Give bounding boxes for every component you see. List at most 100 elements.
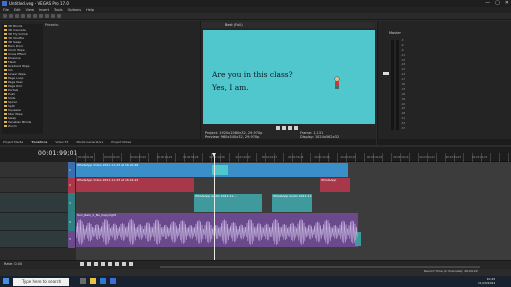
ruler-label: 00:02:29;25 [340, 156, 356, 159]
folder-icon [4, 72, 7, 76]
audio-clip-2[interactable]: WhatsApp Audio 2021-11-23 at... [272, 194, 312, 212]
folder-icon [4, 68, 7, 72]
master-volume-fader[interactable] [383, 72, 389, 75]
file-explorer-icon[interactable] [90, 278, 96, 284]
master-bus-tab[interactable]: Master Bus [377, 139, 511, 155]
db-mark: -12 [401, 53, 406, 57]
track-header-audio-5[interactable] [0, 231, 74, 248]
playhead-line[interactable] [214, 153, 215, 260]
folder-icon [4, 76, 7, 80]
new-project-icon[interactable] [3, 14, 7, 18]
track-header-audio-4[interactable] [0, 213, 74, 231]
tab-project-notes[interactable]: Project Notes [111, 139, 131, 145]
db-mark: -45 [401, 107, 406, 111]
tab-project-media[interactable]: Project Media [3, 139, 23, 145]
preview-transport [276, 126, 298, 130]
clock-date: 11/23/2021 [478, 281, 496, 285]
video-preview-tab[interactable]: Video Preview [200, 139, 376, 155]
folder-icon [4, 40, 7, 44]
redo-icon[interactable] [39, 14, 43, 18]
tab-transitions[interactable]: Transitions [31, 139, 47, 145]
folder-icon [4, 120, 7, 124]
db-mark: -27 [401, 78, 406, 82]
timeline-scrollbar[interactable] [160, 266, 480, 268]
db-mark: -15 [401, 58, 406, 62]
ruler-label: 00:01:59;26 [288, 156, 304, 159]
ruler-label: 00:02:59;24 [393, 156, 409, 159]
music-clip-label: Sun_Rain_1_No_Copyright [77, 213, 116, 217]
loop-playback-icon[interactable] [87, 262, 91, 266]
track-number-3: 3 [69, 201, 71, 205]
folder-icon [4, 64, 7, 68]
db-mark: -36 [401, 92, 406, 96]
preview-frame-info: Frame: 1,131 Display: 1024x562x32 [300, 131, 340, 139]
master-label: Master [389, 31, 401, 35]
db-mark: -48 [401, 112, 406, 116]
ruler-label: 00:03:44;23 [471, 156, 488, 159]
render-icon[interactable] [21, 14, 25, 18]
folder-icon [4, 80, 7, 84]
go-to-start-icon[interactable] [122, 262, 126, 266]
db-mark: -54 [401, 122, 406, 126]
presets-label: Presets: [45, 23, 59, 27]
window-controls: — ▢ ✕ [485, 0, 509, 6]
ruler-label: 00:01:44;27 [261, 156, 278, 159]
pause-icon[interactable] [108, 262, 112, 266]
play-icon[interactable] [101, 262, 105, 266]
caption-question: Are you in this class? [212, 70, 293, 79]
save-icon[interactable] [15, 14, 19, 18]
paste-icon[interactable] [57, 14, 61, 18]
task-view-icon[interactable] [80, 278, 86, 284]
vegas-app-icon [2, 1, 7, 6]
folder-icon [4, 96, 7, 100]
ruler-label: 00:00:29;29 [130, 156, 146, 159]
ruler-label: 00:03:29;23 [445, 156, 461, 159]
copy-icon[interactable] [51, 14, 55, 18]
cut-icon[interactable] [45, 14, 49, 18]
pause-icon[interactable] [282, 126, 286, 130]
maximize-button[interactable]: ▢ [495, 0, 500, 6]
track-header-video-1[interactable] [0, 162, 74, 178]
go-to-end-icon[interactable] [129, 262, 133, 266]
db-mark: -51 [401, 117, 406, 121]
play-icon[interactable] [276, 126, 280, 130]
main-toolbar [0, 13, 511, 20]
right-level-meter [396, 40, 399, 130]
folder-icon [4, 104, 7, 108]
playhead-marker[interactable] [212, 153, 216, 157]
close-button[interactable]: ✕ [505, 0, 509, 6]
window-title: Untitled.veg - VEGAS Pro 17.0 [9, 1, 69, 6]
tree-item[interactable]: Zoom [2, 124, 43, 128]
minimize-button[interactable]: — [485, 0, 490, 6]
db-scale: -3 -6 -9 -12 -15 -18 -21 -24 -27 -30 -33 -36 -39 -42-… [401, 39, 406, 131]
track-number-1: 1 [69, 168, 71, 172]
preview-project-info: Project: 1920x1080x32, 29.970p Preview: … [205, 131, 263, 139]
stop-icon[interactable] [288, 126, 292, 130]
track-header-video-2[interactable] [0, 178, 74, 193]
folder-icon [4, 112, 7, 116]
open-icon[interactable] [9, 14, 13, 18]
folder-icon [4, 88, 7, 92]
vegas-taskbar-icon[interactable] [110, 278, 116, 284]
stop-icon[interactable] [115, 262, 119, 266]
tab-media-generators[interactable]: Media Generators [76, 139, 103, 145]
properties-icon[interactable] [27, 14, 31, 18]
folder-icon [4, 60, 7, 64]
transitions-tree[interactable]: 3D Blinds 3D Cascade 3D Fly In/Out 3D Shutt… [2, 24, 43, 134]
ruler-label: 00:00:00;00 [78, 156, 94, 159]
windows-start-icon[interactable] [3, 278, 9, 284]
undo-icon[interactable] [33, 14, 37, 18]
tab-video-fx[interactable]: Video FX [55, 139, 68, 145]
play-from-start-icon[interactable] [94, 262, 98, 266]
caption-answer: Yes, I am. [212, 83, 249, 92]
track-header-audio-3[interactable] [0, 193, 74, 213]
audio-clip-1[interactable]: WhatsApp Audio 2021-11-... [194, 194, 262, 212]
edge-icon[interactable] [100, 278, 106, 284]
loop-icon[interactable] [294, 126, 298, 130]
record-icon[interactable] [80, 262, 84, 266]
audio-clip-2-label: WhatsApp Audio 2021-11-23 at... [273, 194, 312, 198]
preview-quality-dropdown[interactable]: Best (Full) [225, 23, 243, 27]
video-clip-2[interactable]: WhatsApp Video 2021-11-23 at 16.24.22 [76, 178, 194, 192]
ruler-label: 00:02:14;26 [314, 156, 330, 159]
video-clip-3[interactable]: WhatsApp [320, 178, 350, 192]
